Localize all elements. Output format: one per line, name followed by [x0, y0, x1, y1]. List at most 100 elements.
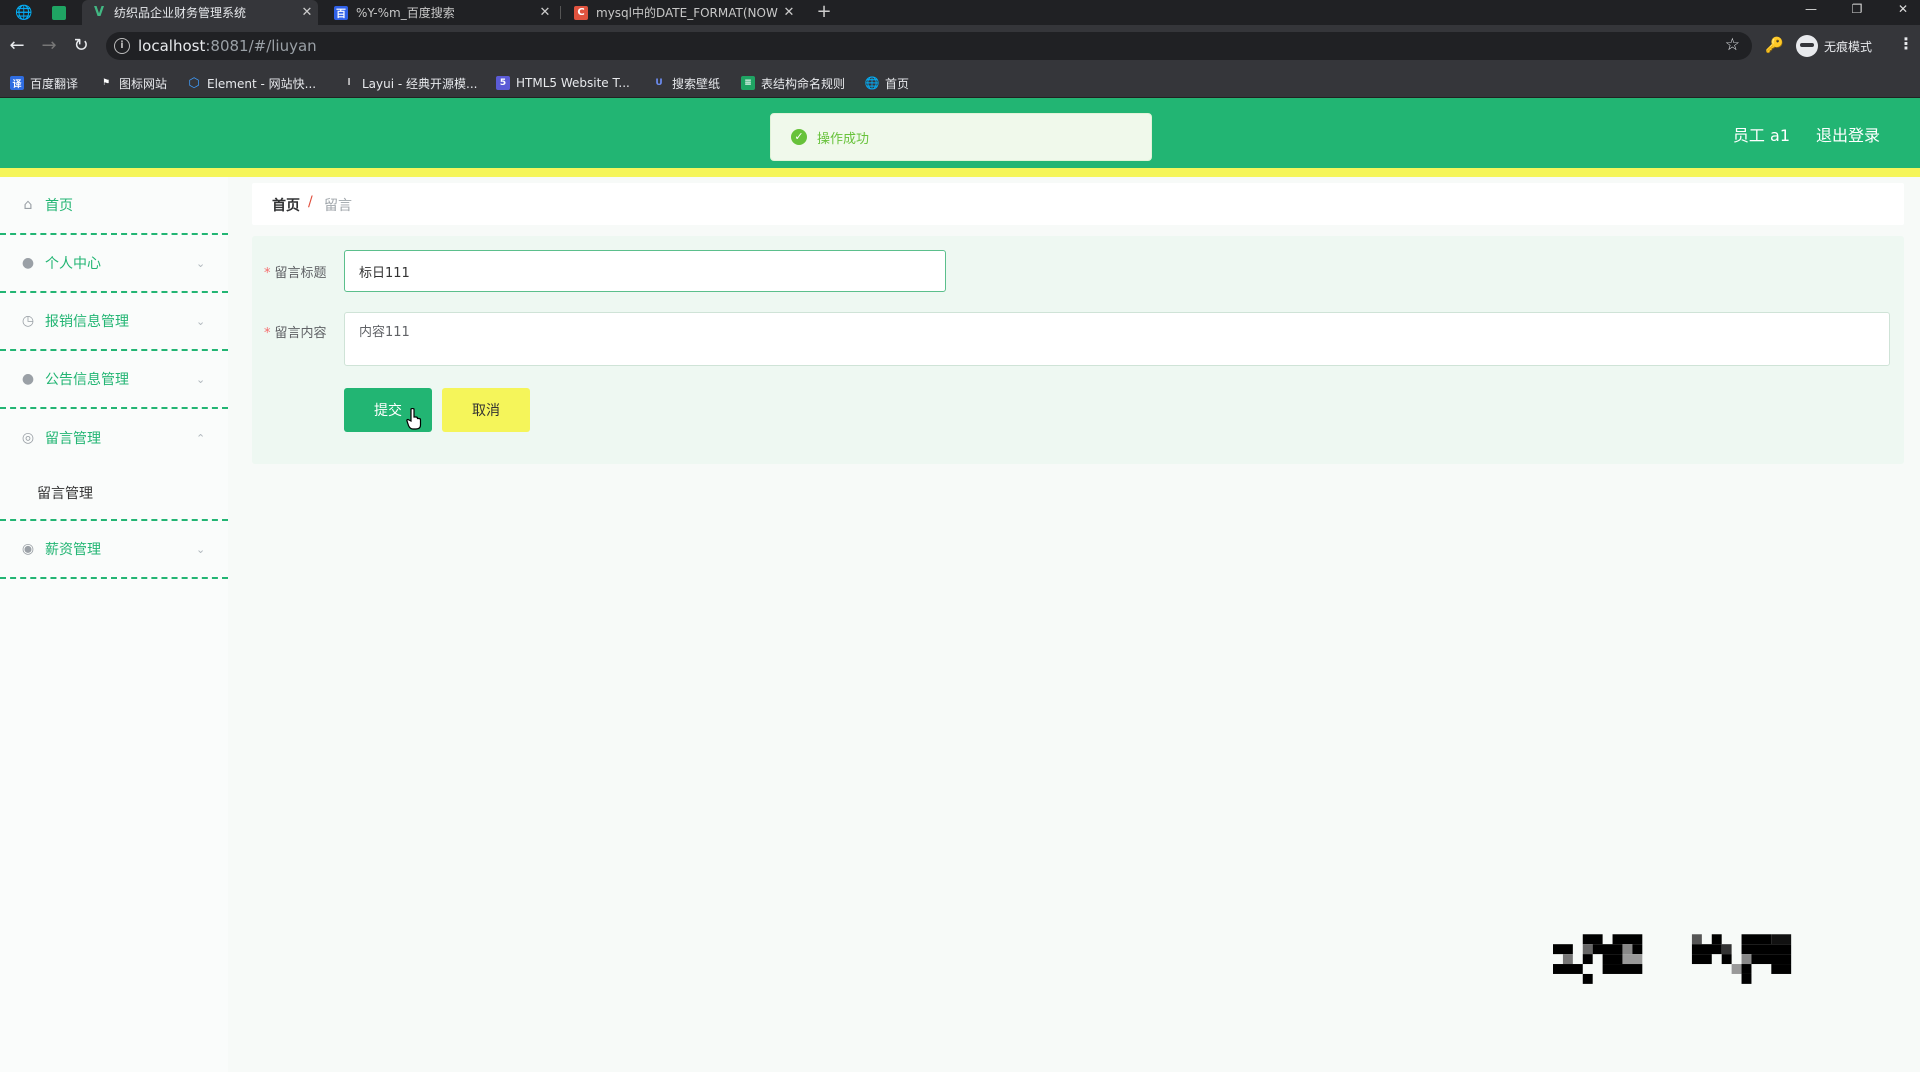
- sidebar-item-label: 公告信息管理: [45, 372, 129, 388]
- layui-icon: l: [347, 78, 351, 88]
- url-host: localhost: [138, 37, 206, 55]
- sidebar-item-label: 留言管理: [45, 431, 101, 447]
- cancel-button[interactable]: 取消: [442, 388, 530, 432]
- globe-icon: ◎: [21, 430, 35, 446]
- bookmark-item[interactable]: 译百度翻译: [10, 75, 78, 91]
- site-info-icon[interactable]: i: [114, 38, 130, 54]
- address-url[interactable]: localhost:8081/#/liuyan: [138, 37, 317, 55]
- chevron-down-icon: ⌄: [196, 372, 206, 386]
- tab-title: %Y-%m_百度搜索: [356, 6, 455, 20]
- baidu-icon: 百: [334, 5, 348, 20]
- tab-1[interactable]: V 纺织品企业财务管理系统 ✕: [82, 0, 318, 25]
- chevron-down-icon: ⌄: [196, 314, 206, 328]
- bookmark-label: 首页: [885, 76, 910, 91]
- bookmark-label: 图标网站: [119, 76, 168, 91]
- current-user: 员工 a1: [1732, 126, 1790, 145]
- sidebar: ⌂ 首页 ● 个人中心 ⌄ ◷ 报销信息管理 ⌄ ● 公告信息管理 ⌄ ◎ 留言…: [0, 177, 228, 1072]
- close-icon[interactable]: ✕: [296, 5, 318, 20]
- sidebar-item-label: 报销信息管理: [45, 314, 129, 330]
- bookmark-star-icon[interactable]: ☆: [1725, 35, 1740, 55]
- chevron-down-icon: ⌄: [196, 256, 206, 270]
- tab-2[interactable]: 百 %Y-%m_百度搜索 ✕: [324, 0, 556, 25]
- chevron-up-icon: ⌃: [196, 431, 206, 445]
- bookmark-label: HTML5 Website T...: [516, 76, 630, 90]
- tab-title: mysql中的DATE_FORMAT(NOW: [596, 6, 778, 20]
- message-form: *留言标题 *留言内容 内容111 提交 取消: [252, 236, 1904, 464]
- minimize-icon[interactable]: —: [1791, 0, 1831, 20]
- hand-cursor-icon: [406, 408, 422, 430]
- password-key-icon[interactable]: 🔑: [1765, 36, 1784, 54]
- html5-icon: 5: [496, 76, 510, 90]
- bookmark-item[interactable]: 🌐 首页: [865, 75, 909, 91]
- browser-menu-globe-icon[interactable]: 🌐: [10, 0, 34, 25]
- profile-label: 无痕模式: [1824, 39, 1873, 54]
- sidebar-item-profile[interactable]: ● 个人中心 ⌄: [0, 235, 228, 293]
- header-accent-bar: [0, 168, 1920, 177]
- sidebar-item-label: 首页: [45, 198, 73, 214]
- new-tab-button[interactable]: +: [812, 0, 836, 25]
- browser-menu-icon[interactable]: ⋮: [1898, 34, 1914, 53]
- check-circle-icon: ✓: [791, 129, 807, 145]
- globe-icon: 🌐: [864, 76, 880, 90]
- toast-message: 操作成功: [817, 131, 870, 147]
- address-bar[interactable]: i localhost:8081/#/liuyan ☆: [106, 32, 1752, 60]
- content-textarea[interactable]: 内容111: [344, 312, 1890, 366]
- location-icon: ◉: [21, 541, 35, 557]
- breadcrumb-separator: /: [308, 194, 313, 210]
- bookmark-item[interactable]: ⚑ 图标网站: [99, 75, 167, 91]
- sidebar-item-home[interactable]: ⌂ 首页: [0, 177, 228, 235]
- bookmark-label: Element - 网站快...: [207, 76, 317, 91]
- qr-code-image: [1553, 934, 1792, 984]
- incognito-icon: [1796, 35, 1818, 57]
- logout-link[interactable]: 退出登录: [1816, 122, 1880, 146]
- sheet-icon: [52, 5, 66, 20]
- required-marker: *: [264, 266, 271, 281]
- user-icon: ●: [21, 255, 35, 271]
- bookmark-item[interactable]: U 搜索壁纸: [652, 75, 720, 91]
- sidebar-item-label: 薪资管理: [45, 542, 101, 558]
- sidebar-item-notice[interactable]: ● 公告信息管理 ⌄: [0, 351, 228, 409]
- incognito-profile[interactable]: 无痕模式: [1796, 34, 1872, 58]
- restore-icon[interactable]: ❐: [1837, 0, 1877, 20]
- bookmark-item[interactable]: l Layui - 经典开源模...: [342, 75, 477, 91]
- sidebar-item-label: 个人中心: [45, 256, 101, 272]
- close-icon[interactable]: ✕: [778, 5, 800, 20]
- translate-icon: 译: [10, 76, 24, 90]
- bookmark-label: 表结构命名规则: [761, 76, 846, 91]
- doc-icon: ≡: [741, 76, 755, 90]
- bookmark-item[interactable]: ⬡ Element - 网站快...: [187, 75, 316, 91]
- tab-3[interactable]: C mysql中的DATE_FORMAT(NOW ✕: [564, 0, 800, 25]
- bookmark-item[interactable]: 5 HTML5 Website T...: [496, 75, 630, 91]
- user-icon: ●: [21, 371, 35, 387]
- window-close-icon[interactable]: ✕: [1883, 0, 1920, 20]
- reload-icon[interactable]: ↻: [70, 35, 92, 57]
- clock-icon: ◷: [21, 313, 35, 329]
- title-label: * 留言标题: [264, 262, 327, 281]
- title-input[interactable]: [344, 250, 946, 292]
- sidebar-item-salary[interactable]: ◉ 薪资管理 ⌄: [0, 521, 228, 579]
- browser-toolbar: ← → ↻ i localhost:8081/#/liuyan ☆ 🔑 无痕模式…: [0, 25, 1920, 68]
- forward-icon[interactable]: →: [38, 35, 60, 57]
- success-toast: ✓ 操作成功: [770, 113, 1152, 161]
- sidebar-subitem-label: 留言管理: [37, 486, 93, 502]
- breadcrumb-current: 留言: [324, 198, 352, 214]
- pinned-tab[interactable]: [44, 0, 72, 25]
- chevron-down-icon: ⌄: [196, 542, 206, 556]
- back-icon[interactable]: ←: [6, 35, 28, 57]
- sidebar-subitem-messages[interactable]: 留言管理: [0, 467, 228, 521]
- element-icon: ⬡: [188, 75, 200, 91]
- csdn-icon: C: [574, 5, 588, 20]
- tab-title: 纺织品企业财务管理系统: [114, 6, 247, 20]
- bookmarks-bar: 译百度翻译 ⚑ 图标网站 ⬡ Element - 网站快... l Layui - 经…: [0, 68, 1920, 98]
- breadcrumb: 首页 / 留言: [252, 183, 1904, 225]
- content-label: * 留言内容: [264, 322, 327, 341]
- bookmark-item[interactable]: ≡ 表结构命名规则: [741, 75, 845, 91]
- browser-tab-bar: 🌐 V 纺织品企业财务管理系统 ✕ 百 %Y-%m_百度搜索 ✕ C mysql…: [0, 0, 1920, 25]
- sidebar-item-reimbursement[interactable]: ◷ 报销信息管理 ⌄: [0, 293, 228, 351]
- url-path: :8081/#/liuyan: [205, 37, 317, 55]
- sidebar-item-messages[interactable]: ◎ 留言管理 ⌃: [0, 409, 228, 467]
- bookmark-label: Layui - 经典开源模...: [362, 76, 478, 91]
- content-label-text: 留言内容: [274, 326, 327, 341]
- close-icon[interactable]: ✕: [534, 5, 556, 20]
- breadcrumb-home[interactable]: 首页: [272, 195, 300, 215]
